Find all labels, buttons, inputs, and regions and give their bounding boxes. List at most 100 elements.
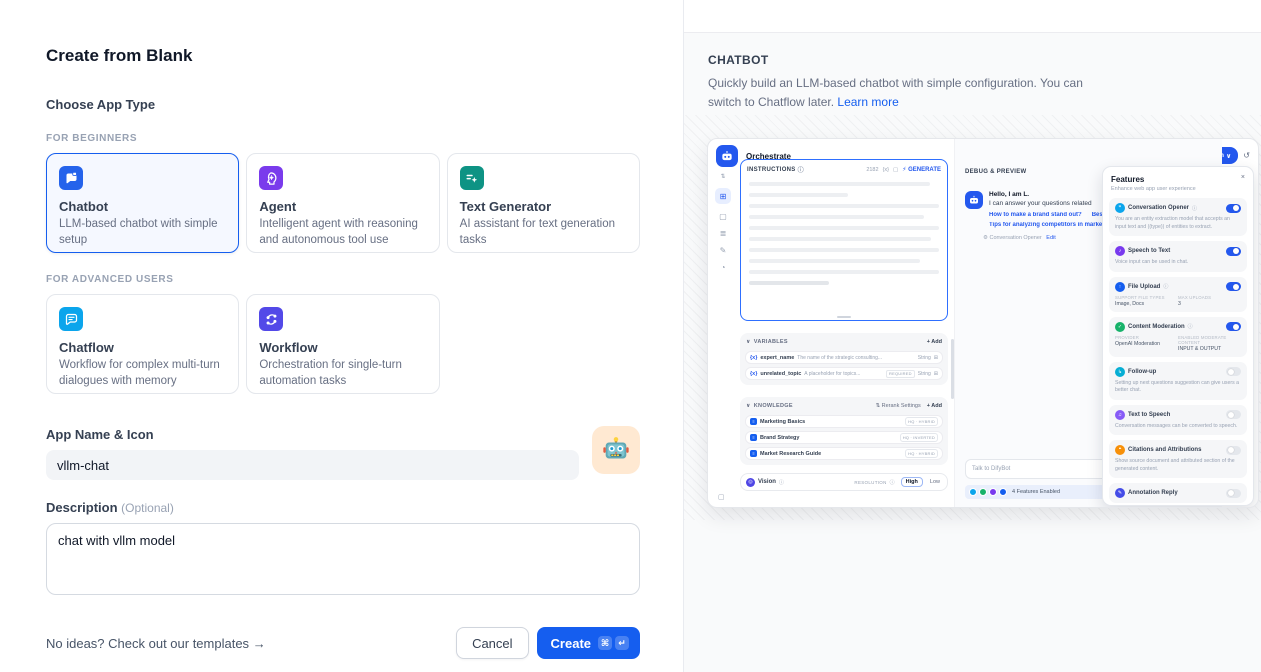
app-name-block: App Name & Icon bbox=[46, 427, 640, 480]
citations-icon: ❝ bbox=[1115, 445, 1125, 455]
retrieval-badge: HQ · INVERTED bbox=[900, 433, 938, 442]
app-type-card-agent[interactable]: Agent Intelligent agent with reasoning a… bbox=[246, 153, 439, 253]
description-label: Description bbox=[46, 500, 118, 515]
app-type-name: Chatbot bbox=[59, 199, 226, 214]
app-type-card-chatflow[interactable]: Chatflow Workflow for complex multi-turn… bbox=[46, 294, 239, 394]
feature-item-text-to-speech: ♫ Text to Speech Conversation messages c… bbox=[1109, 405, 1247, 436]
cmd-key-icon: ⌘ bbox=[598, 636, 612, 650]
app-type-card-workflow[interactable]: Workflow Orchestration for single-turn a… bbox=[246, 294, 439, 394]
learn-more-link[interactable]: Learn more bbox=[837, 95, 898, 109]
collapse-icon: ▢ bbox=[718, 493, 725, 501]
app-type-info-panel: CHATBOT Quickly build an LLM-based chatb… bbox=[683, 0, 1261, 672]
create-button[interactable]: Create ⌘ ↵ bbox=[537, 627, 640, 659]
follow-up-icon: ↳ bbox=[1115, 367, 1125, 377]
annotation-tab-icon: ✎ bbox=[720, 246, 727, 255]
feature-item-content-moderation: ✓ Content Moderation ⓘ PROVIDER OpenAI M… bbox=[1109, 317, 1247, 357]
variables-label: VARIABLES bbox=[754, 339, 788, 345]
feature-item-conversation-opener: ❞ Conversation Opener ⓘ You are an entit… bbox=[1109, 198, 1247, 236]
for-advanced-label: FOR ADVANCED USERS bbox=[46, 274, 640, 285]
dialog-footer: No ideas? Check out our templates → Canc… bbox=[46, 627, 640, 659]
info-icon: ⓘ bbox=[798, 165, 804, 174]
feature-toggle bbox=[1226, 410, 1241, 419]
feature-toggle bbox=[1226, 322, 1241, 331]
knowledge-item: ≡ Marketing Basics HQ · HYBRID bbox=[745, 415, 943, 428]
info-icon: ⓘ bbox=[1192, 205, 1197, 212]
info-icon: ⓘ bbox=[1188, 323, 1193, 330]
feature-item-citations: ❝ Citations and Attributions Show source… bbox=[1109, 440, 1247, 478]
close-icon: × bbox=[1241, 174, 1245, 181]
app-name-input[interactable] bbox=[46, 450, 579, 480]
document-icon: ≡ bbox=[750, 418, 757, 425]
feature-toggle bbox=[1226, 446, 1241, 455]
app-type-desc: Orchestration for single-turn automation… bbox=[259, 358, 426, 390]
copy-icon: ▢ bbox=[893, 167, 898, 173]
generate-label: GENERATE bbox=[908, 167, 941, 173]
knowledge-item: ≡ Brand Strategy HQ · INVERTED bbox=[745, 431, 943, 444]
generate-icon: ⚡ bbox=[902, 167, 906, 173]
feature-item-annotation-reply: ✎ Annotation Reply bbox=[1109, 483, 1247, 503]
description-block: Description (Optional) chat with vllm mo… bbox=[46, 500, 640, 600]
dify-app-logo bbox=[716, 145, 738, 167]
feature-item-file-upload: ↑ File Upload ⓘ SUPPORT FILE TYPES Image… bbox=[1109, 277, 1247, 312]
app-type-name: Text Generator bbox=[460, 199, 627, 214]
app-type-name: Workflow bbox=[259, 340, 426, 355]
knowledge-item: ≡ Market Research Guide HQ · HYBRID bbox=[745, 447, 943, 460]
instructions-label: INSTRUCTIONS bbox=[747, 167, 796, 173]
document-icon: ≡ bbox=[750, 434, 757, 441]
conversation-opener-row: ⚙ Conversation Opener Edit bbox=[983, 235, 1105, 241]
create-app-panel: Create from Blank Choose App Type FOR BE… bbox=[0, 0, 683, 672]
variable-token-icon: {x} bbox=[750, 371, 757, 377]
app-type-desc: Intelligent agent with reasoning and aut… bbox=[259, 217, 426, 249]
retrieval-badge: HQ · HYBRID bbox=[905, 417, 938, 426]
sliders-icon: ⇅ bbox=[720, 173, 725, 180]
description-optional-label: (Optional) bbox=[121, 501, 174, 515]
plus-icon: + bbox=[927, 339, 930, 345]
bot-avatar bbox=[965, 191, 983, 209]
gear-icon: ⚙ bbox=[983, 235, 988, 241]
right-top-strip bbox=[684, 0, 1261, 33]
variable-icon: {x} bbox=[883, 167, 889, 173]
history-icon: ↺ bbox=[1243, 151, 1250, 160]
app-type-desc: AI assistant for text generation tasks bbox=[460, 217, 627, 249]
resolution-high-option: High bbox=[901, 477, 923, 487]
conversation-opener-icon: ❞ bbox=[1115, 203, 1125, 213]
orchestrate-tab-icon: ⊞ bbox=[715, 188, 731, 204]
edit-link: Edit bbox=[1046, 235, 1055, 241]
preview-hatch-area: Orchestrate GPT-4o CHAT ♪ ⚙ ∨ ⇅ Publish … bbox=[684, 115, 1261, 520]
features-panel: Features Enhance web app user experience… bbox=[1102, 166, 1254, 506]
beginner-app-type-cards: Chatbot LLM-based chatbot with simple se… bbox=[46, 153, 640, 253]
workflow-icon bbox=[259, 307, 283, 331]
suggestion-link: Tips for analyzing competitors in market bbox=[989, 222, 1105, 228]
feature-mini-icon bbox=[989, 488, 997, 496]
advanced-app-type-cards: Chatflow Workflow for complex multi-turn… bbox=[46, 294, 640, 394]
monitoring-tab-icon: ◔ bbox=[721, 263, 726, 272]
app-type-name: Chatflow bbox=[59, 340, 226, 355]
cancel-button[interactable]: Cancel bbox=[456, 627, 528, 659]
feature-toggle bbox=[1226, 282, 1241, 291]
variable-type-icon: ⊞ bbox=[934, 371, 938, 377]
robot-emoji-icon bbox=[601, 435, 631, 465]
text-to-speech-icon: ♫ bbox=[1115, 410, 1125, 420]
variable-row: {x} expert_name The name of the strategi… bbox=[745, 351, 943, 364]
app-type-card-chatbot[interactable]: Chatbot LLM-based chatbot with simple se… bbox=[46, 153, 239, 253]
chevron-down-icon: ∨ bbox=[1226, 152, 1231, 160]
app-type-card-text-generator[interactable]: Text Generator AI assistant for text gen… bbox=[447, 153, 640, 253]
feature-mini-icon bbox=[999, 488, 1007, 496]
resize-handle-icon bbox=[837, 316, 851, 318]
preview-sidebar: ⇅ ⊞ ▢ ≣ ✎ ◔ bbox=[708, 173, 738, 272]
suggestion-link: How to make a brand stand out?Bes bbox=[989, 212, 1105, 218]
templates-link[interactable]: No ideas? Check out our templates → bbox=[46, 636, 266, 651]
feature-toggle bbox=[1226, 204, 1241, 213]
feature-item-speech-to-text: ♪ Speech to Text Voice input can be used… bbox=[1109, 241, 1247, 272]
description-textarea[interactable]: chat with vllm model bbox=[46, 523, 640, 595]
knowledge-label: KNOWLEDGE bbox=[754, 403, 793, 409]
feature-toggle bbox=[1226, 489, 1241, 498]
app-icon-picker[interactable] bbox=[592, 426, 640, 474]
feature-mini-icon bbox=[979, 488, 987, 496]
info-icon: ⓘ bbox=[890, 479, 895, 486]
feature-toggle bbox=[1226, 367, 1241, 376]
chevron-down-icon: ∨ bbox=[746, 339, 751, 345]
document-icon: ≡ bbox=[750, 450, 757, 457]
dialog-title: Create from Blank bbox=[46, 46, 640, 66]
annotation-reply-icon: ✎ bbox=[1115, 488, 1125, 498]
